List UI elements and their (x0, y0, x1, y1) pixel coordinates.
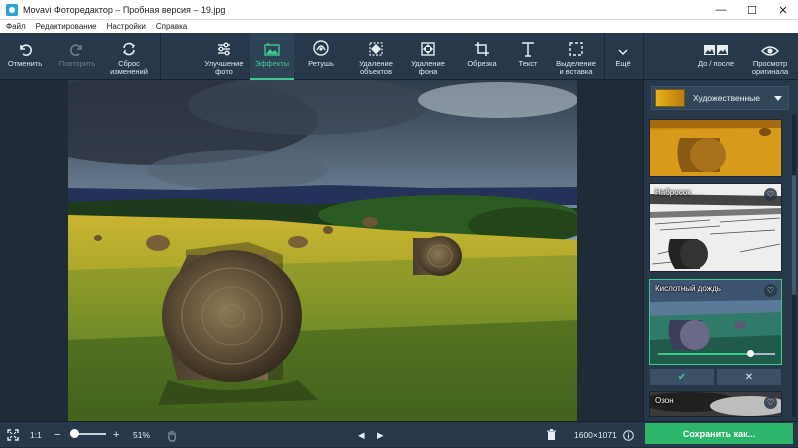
effect-intensity-fill (658, 353, 750, 355)
photo-canvas[interactable] (68, 80, 577, 421)
category-thumbnail (655, 89, 685, 107)
panel-scrollbar[interactable] (792, 115, 796, 417)
favorite-heart-icon[interactable]: ♡ (764, 396, 777, 409)
before-after-button[interactable]: До / после (690, 33, 742, 80)
menu-file[interactable]: Файл (6, 22, 26, 31)
maximize-button[interactable]: ☐ (737, 0, 767, 20)
remove-background-icon (420, 33, 436, 57)
retouch-label: Ретушь (308, 59, 334, 68)
select-paste-button[interactable]: Выделение и вставка (550, 33, 602, 80)
remove-background-label: Удаление фона (411, 59, 445, 76)
zoom-percent: 51% (133, 430, 151, 440)
more-label: Ещё (615, 59, 631, 68)
redo-icon (69, 33, 85, 57)
apply-effect-button[interactable]: ✔ (650, 369, 714, 385)
toolbar: Отменить Повторить Сброс изменений Улучш… (0, 33, 798, 80)
reset-icon (121, 33, 137, 57)
delete-button[interactable] (546, 422, 557, 448)
minimize-button[interactable]: — (706, 0, 736, 20)
toolbar-divider (604, 33, 605, 80)
zoom-slider-knob[interactable] (70, 429, 79, 438)
reset-label: Сброс изменений (110, 59, 148, 76)
image-dimensions: 1600×1071 (574, 430, 617, 440)
effect-ozone[interactable]: Озон ♡ (649, 391, 782, 417)
trash-icon (547, 429, 556, 440)
info-icon (623, 429, 634, 441)
previous-image-button[interactable]: ◀ (358, 422, 365, 448)
menu-bar: Файл Редактирование Настройки Справка (0, 20, 798, 33)
menu-settings[interactable]: Настройки (107, 22, 146, 31)
zoom-out-icon[interactable]: − (54, 422, 60, 448)
text-button[interactable]: Текст (508, 33, 548, 80)
select-paste-label: Выделение и вставка (556, 59, 596, 76)
menu-edit[interactable]: Редактирование (36, 22, 97, 31)
scrollbar-thumb[interactable] (792, 175, 796, 295)
effects-tab[interactable]: Эффекты (250, 33, 294, 80)
effect-sketch[interactable]: Набросок ♡ (649, 183, 782, 272)
view-original-label: Просмотр оригинала (751, 59, 789, 76)
crop-label: Обрезка (467, 59, 497, 68)
reset-button[interactable]: Сброс изменений (102, 33, 156, 80)
toolbar-divider (160, 33, 161, 80)
eye-icon (761, 33, 779, 57)
retouch-button[interactable]: Ретушь (299, 33, 343, 80)
selection-icon (568, 33, 584, 57)
view-original-button[interactable]: Просмотр оригинала (745, 33, 795, 80)
effects-category-dropdown[interactable]: Художественные (651, 86, 789, 110)
fit-screen-button[interactable] (7, 422, 19, 448)
title-bar: Movavi Фоторедактор – Пробная версия – 1… (0, 0, 798, 20)
dropdown-arrow-icon (774, 95, 782, 101)
category-label: Художественные (693, 93, 760, 103)
info-button[interactable] (623, 422, 634, 448)
before-after-icon (703, 33, 729, 57)
next-image-button[interactable]: ▶ (377, 422, 384, 448)
favorite-heart-icon[interactable]: ♡ (764, 284, 777, 297)
actual-size-button[interactable]: 1:1 (30, 422, 42, 448)
redo-button[interactable]: Повторить (52, 33, 102, 80)
text-label: Текст (518, 59, 538, 68)
undo-label: Отменить (7, 59, 43, 68)
enhance-button[interactable]: Улучшение фото (198, 33, 250, 80)
undo-icon (17, 33, 33, 57)
effect-name: Кислотный дождь (655, 284, 721, 293)
toolbar-divider (643, 33, 644, 80)
fit-screen-icon (7, 429, 19, 441)
effect-intensity-slider[interactable] (747, 350, 754, 357)
effect-name: Озон (655, 396, 674, 405)
retouch-icon (312, 33, 330, 57)
menu-help[interactable]: Справка (156, 22, 187, 31)
window-title: Movavi Фоторедактор – Пробная версия – 1… (23, 4, 226, 15)
crop-button[interactable]: Обрезка (460, 33, 504, 80)
sliders-icon (216, 33, 232, 57)
effect-name: Набросок (655, 188, 691, 197)
remove-objects-button[interactable]: Удаление объектов (350, 33, 402, 80)
enhance-label: Улучшение фото (204, 59, 244, 76)
before-after-label: До / после (697, 59, 735, 68)
effects-label: Эффекты (254, 59, 290, 68)
favorite-heart-icon[interactable]: ♡ (764, 188, 777, 201)
effects-icon (263, 33, 281, 57)
remove-background-button[interactable]: Удаление фона (404, 33, 452, 80)
crop-icon (474, 33, 490, 57)
save-as-button[interactable]: Сохранить как... (645, 423, 793, 444)
undo-button[interactable]: Отменить (2, 33, 48, 80)
hand-tool-button[interactable] (166, 422, 178, 448)
zoom-in-icon[interactable]: + (113, 422, 119, 448)
app-logo-icon (6, 3, 18, 16)
cancel-effect-button[interactable]: ✕ (717, 369, 781, 385)
redo-label: Повторить (58, 59, 96, 68)
text-icon (520, 33, 536, 57)
close-button[interactable]: ✕ (768, 0, 798, 20)
remove-objects-icon (368, 33, 384, 57)
remove-objects-label: Удаление объектов (359, 59, 393, 76)
more-button[interactable]: Ещё (606, 33, 640, 80)
app-window: Movavi Фоторедактор – Пробная версия – 1… (0, 0, 798, 447)
chevron-down-icon (617, 33, 629, 57)
effect-acid-rain[interactable]: Кислотный дождь ♡ (649, 279, 782, 365)
effect-thumbnail[interactable] (649, 119, 782, 177)
hand-icon (168, 430, 176, 442)
